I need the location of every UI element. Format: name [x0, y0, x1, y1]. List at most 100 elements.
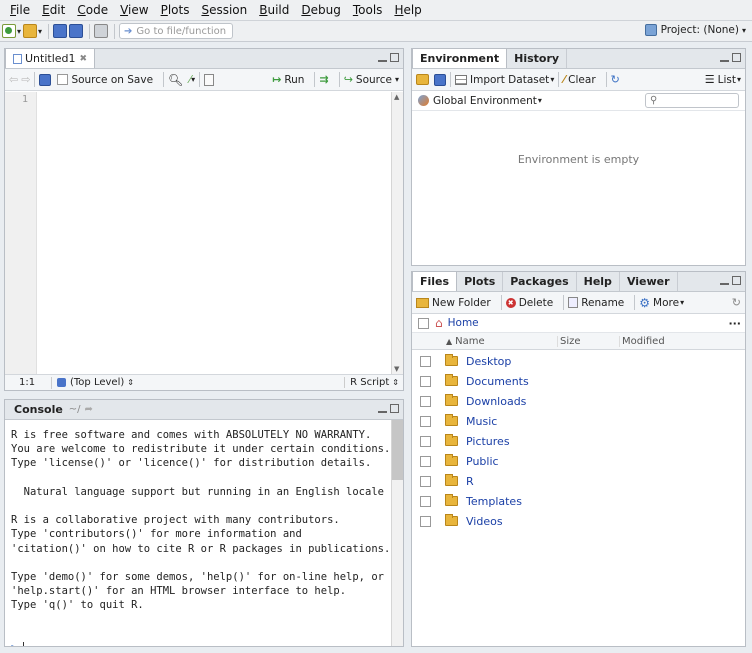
select-all-checkbox[interactable] — [418, 317, 429, 329]
file-checkbox[interactable] — [420, 355, 431, 367]
project-menu[interactable]: Project: (None) ▾ — [644, 24, 746, 36]
back-arrow-icon[interactable]: ⇦ — [9, 73, 18, 86]
file-row[interactable]: Downloads — [412, 391, 745, 411]
file-name-link[interactable]: Desktop — [466, 355, 511, 368]
menu-item-9[interactable]: Help — [388, 3, 427, 17]
file-row[interactable]: Desktop — [412, 351, 745, 371]
minimize-icon[interactable] — [720, 276, 729, 285]
search-icon[interactable]: 🔍︎ — [168, 73, 183, 87]
menu-item-3[interactable]: View — [114, 3, 154, 17]
file-row[interactable]: Public — [412, 451, 745, 471]
menu-item-6[interactable]: Build — [253, 3, 295, 17]
tab-viewer[interactable]: Viewer — [620, 272, 678, 291]
file-checkbox[interactable] — [420, 475, 431, 487]
file-row[interactable]: Music — [412, 411, 745, 431]
editor-scrollbar[interactable]: ▲ ▼ — [391, 92, 403, 374]
clear-button[interactable]: ⁄ Clear — [563, 73, 601, 86]
menu-item-5[interactable]: Session — [195, 3, 253, 17]
save-workspace-icon[interactable] — [434, 73, 446, 86]
tab-help[interactable]: Help — [577, 272, 620, 291]
goto-file-input[interactable]: ➔ Go to file/function — [119, 23, 234, 39]
maximize-icon[interactable] — [390, 404, 399, 413]
save-button[interactable] — [53, 22, 68, 40]
tab-plots[interactable]: Plots — [457, 272, 504, 291]
tab-untitled1[interactable]: Untitled1 ✖ — [5, 48, 96, 68]
column-size-header[interactable]: Size — [558, 335, 620, 347]
more-menu[interactable]: ⚙ More ▾ — [639, 296, 684, 310]
table-icon — [455, 74, 467, 85]
load-workspace-icon[interactable] — [416, 74, 429, 85]
file-checkbox[interactable] — [420, 415, 431, 427]
line-number: 1 — [21, 94, 28, 105]
maximize-icon[interactable] — [390, 53, 399, 62]
file-checkbox[interactable] — [420, 375, 431, 387]
menu-item-2[interactable]: Code — [71, 3, 114, 17]
tab-packages[interactable]: Packages — [503, 272, 577, 291]
file-name-link[interactable]: Music — [466, 415, 497, 428]
file-checkbox[interactable] — [420, 435, 431, 447]
save-all-button[interactable] — [69, 22, 84, 40]
console-output[interactable]: R is free software and comes with ABSOLU… — [5, 420, 391, 646]
print-button[interactable] — [94, 22, 109, 40]
menu-item-0[interactable]: File — [4, 3, 36, 17]
minimize-icon[interactable] — [378, 404, 387, 413]
file-row[interactable]: R — [412, 471, 745, 491]
minimize-icon[interactable] — [720, 53, 729, 62]
file-row[interactable]: Documents — [412, 371, 745, 391]
console-scrollbar[interactable] — [391, 420, 403, 646]
menu-item-1[interactable]: Edit — [36, 3, 71, 17]
save-icon[interactable] — [39, 73, 52, 86]
menu-item-7[interactable]: Debug — [295, 3, 346, 17]
filetype-menu[interactable]: R Script ⇕ — [344, 377, 399, 388]
file-row[interactable]: Videos — [412, 511, 745, 531]
file-checkbox[interactable] — [420, 395, 431, 407]
file-row[interactable]: Templates — [412, 491, 745, 511]
file-name-link[interactable]: Downloads — [466, 395, 526, 408]
environment-search-input[interactable]: ⚲ — [645, 93, 739, 108]
new-folder-button[interactable]: New Folder — [416, 297, 497, 309]
forward-arrow-icon[interactable]: ⇨ — [21, 73, 30, 86]
open-file-button[interactable]: ▾ — [23, 22, 42, 40]
breadcrumb-home[interactable]: Home — [448, 317, 479, 329]
file-row[interactable]: Pictures — [412, 431, 745, 451]
maximize-icon[interactable] — [732, 276, 741, 285]
source-on-save-checkbox[interactable] — [57, 74, 69, 85]
minimize-icon[interactable] — [378, 53, 387, 62]
file-name-link[interactable]: Videos — [466, 515, 503, 528]
refresh-icon[interactable]: ↻ — [732, 296, 741, 309]
goto-dir-icon[interactable]: ➦ — [85, 404, 93, 415]
tab-files[interactable]: Files — [412, 271, 458, 291]
import-dataset-button[interactable]: Import Dataset ▾ — [455, 74, 554, 86]
tab-history[interactable]: History — [507, 49, 568, 68]
scope-menu[interactable]: Global Environment ▾ — [418, 95, 542, 107]
sort-name-header[interactable]: ▲ Name — [446, 335, 558, 347]
menu-item-8[interactable]: Tools — [347, 3, 389, 17]
delete-button[interactable]: ✖ Delete — [505, 297, 560, 309]
file-name-link[interactable]: R — [466, 475, 474, 488]
tab-environment[interactable]: Environment — [412, 48, 508, 68]
code-editor[interactable] — [37, 92, 391, 374]
list-view-menu[interactable]: ☰ List ▾ — [705, 73, 741, 86]
scope-menu[interactable]: (Top Level) ⇕ — [57, 377, 134, 388]
run-button[interactable]: ↦ Run — [272, 73, 310, 86]
file-checkbox[interactable] — [420, 455, 431, 467]
more-path-button[interactable]: ··· — [728, 317, 741, 330]
close-icon[interactable]: ✖ — [80, 54, 88, 64]
maximize-icon[interactable] — [732, 53, 741, 62]
rerun-button[interactable]: ⇉ — [319, 73, 328, 86]
rename-button[interactable]: Rename — [568, 297, 630, 309]
new-file-button[interactable]: ▾ — [2, 22, 21, 40]
file-checkbox[interactable] — [420, 515, 431, 527]
file-name-link[interactable]: Templates — [466, 495, 522, 508]
refresh-icon[interactable]: ↻ — [611, 73, 620, 86]
console-line: 'citation()' on how to cite R or R packa… — [11, 542, 391, 555]
file-checkbox[interactable] — [420, 495, 431, 507]
menu-item-4[interactable]: Plots — [155, 3, 196, 17]
compile-icon[interactable] — [204, 73, 215, 86]
file-name-link[interactable]: Public — [466, 455, 499, 468]
column-modified-header[interactable]: Modified — [620, 336, 665, 347]
files-toolbar: New Folder ✖ Delete Rename ⚙ More ▾ ↻ — [412, 292, 745, 314]
file-name-link[interactable]: Pictures — [466, 435, 510, 448]
file-name-link[interactable]: Documents — [466, 375, 529, 388]
source-button[interactable]: ↪ Source ▾ — [344, 73, 399, 86]
